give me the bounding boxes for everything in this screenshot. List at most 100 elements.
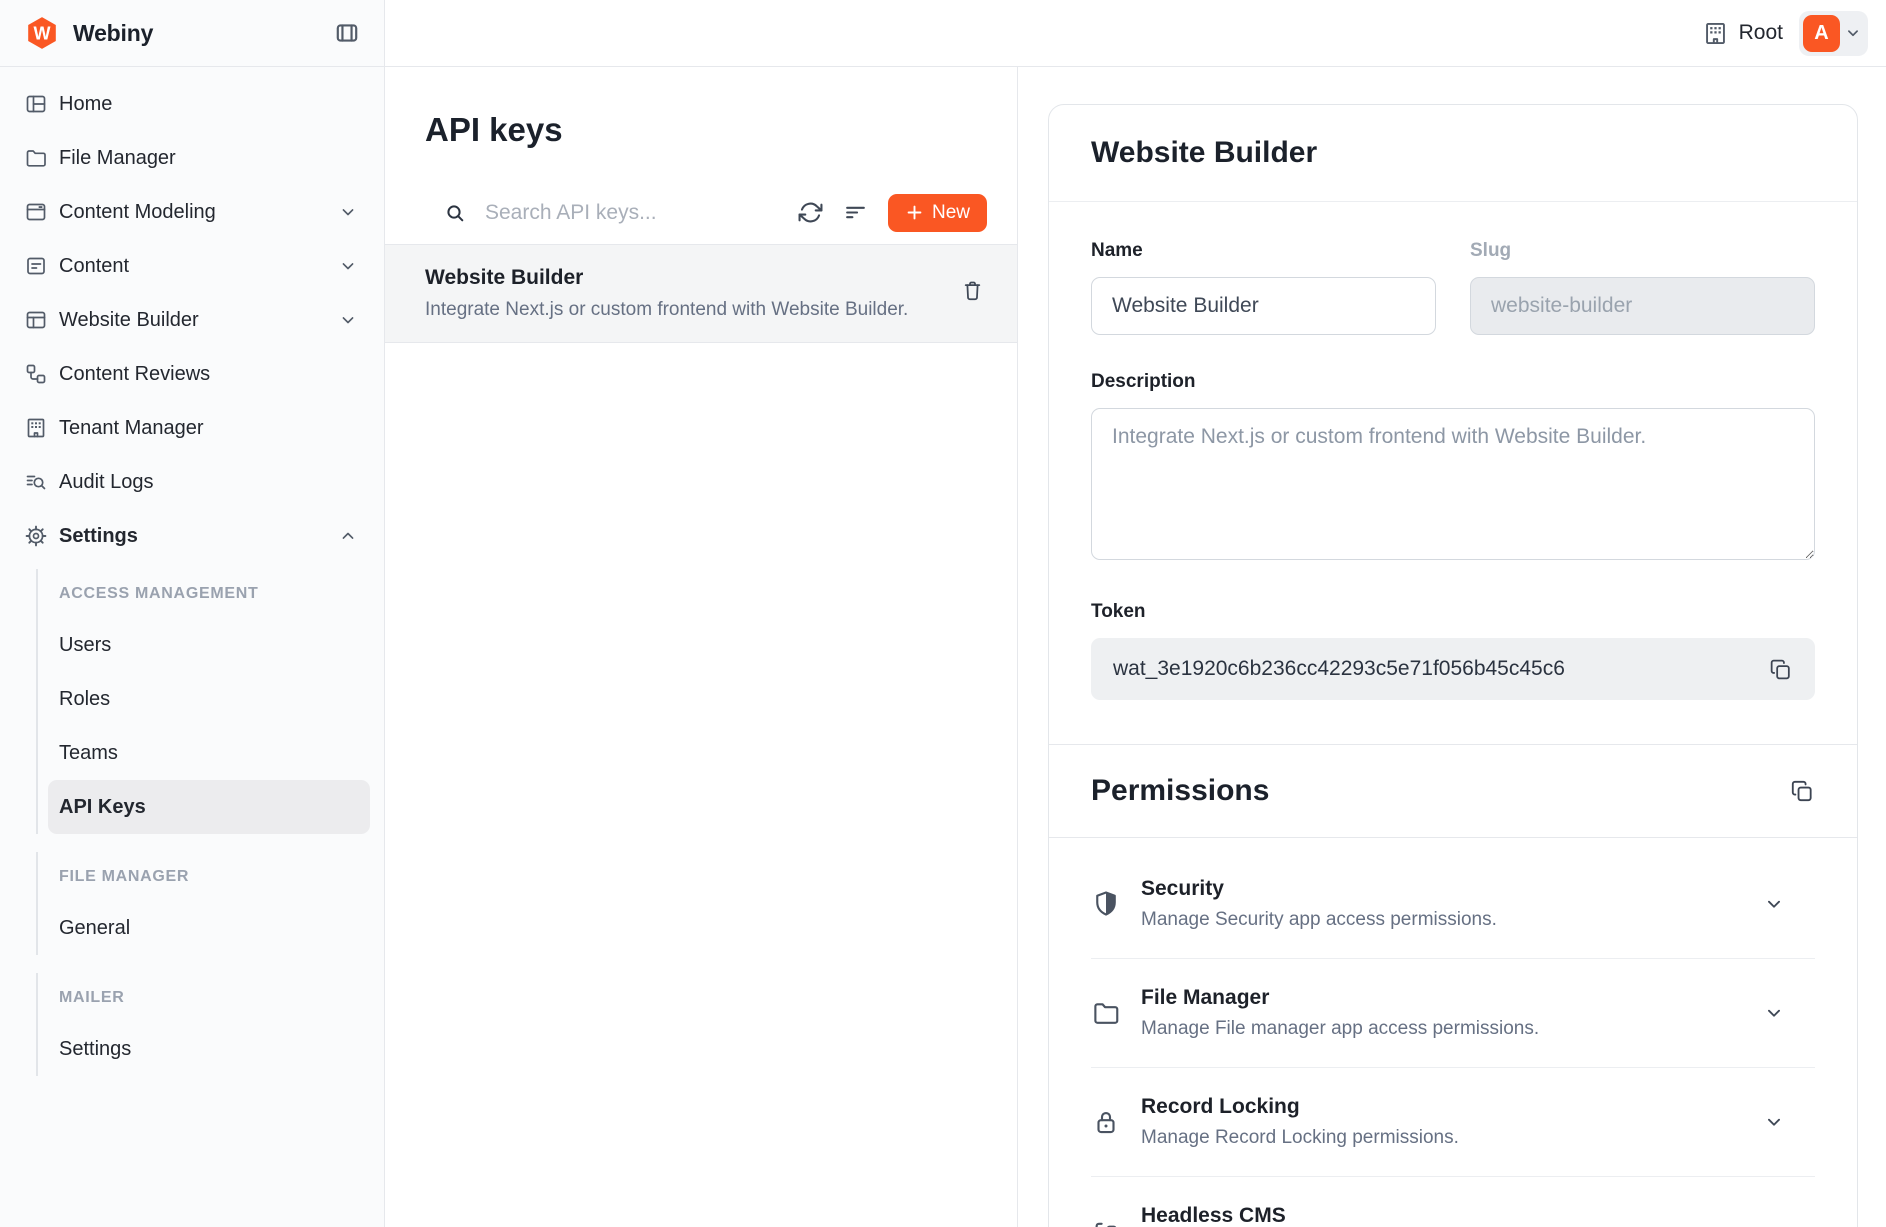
- permission-title: File Manager: [1141, 986, 1763, 1010]
- audit-logs-icon: [24, 470, 50, 494]
- sidebar-item-mailer-settings[interactable]: Settings: [48, 1022, 370, 1076]
- copy-icon: [1789, 778, 1815, 804]
- sidebar-item-home[interactable]: Home: [0, 77, 384, 131]
- permission-row-record-locking[interactable]: Record Locking Manage Record Locking per…: [1091, 1068, 1815, 1177]
- sidebar-item-label: Content: [59, 255, 129, 278]
- sidebar-item-content[interactable]: Content: [0, 239, 384, 293]
- sidebar-item-label: Settings: [59, 525, 138, 548]
- description-textarea[interactable]: [1091, 408, 1815, 560]
- name-field: Name: [1091, 240, 1436, 335]
- copy-permissions-button[interactable]: [1789, 778, 1815, 804]
- permission-texts: Record Locking Manage Record Locking per…: [1141, 1095, 1763, 1149]
- sidebar-item-tenant-manager[interactable]: Tenant Manager: [0, 401, 384, 455]
- copy-icon: [1768, 657, 1793, 682]
- dashboard-icon: [24, 92, 50, 116]
- token-box: wat_3e1920c6b236cc42293c5e71f056b45c45c6: [1091, 638, 1815, 700]
- sidebar-nav: Home File Manager Content Modeling Conte…: [0, 67, 384, 1076]
- sidebar-item-label: File Manager: [59, 147, 176, 170]
- api-keys-list-panel: API keys: [385, 67, 1018, 1227]
- delete-api-key-button[interactable]: [960, 278, 985, 303]
- sidebar-item-label: Home: [59, 93, 112, 116]
- user-menu[interactable]: A: [1799, 11, 1868, 56]
- sort-button[interactable]: [843, 200, 868, 225]
- permission-title: Security: [1141, 877, 1763, 901]
- permission-texts: File Manager Manage File manager app acc…: [1141, 986, 1763, 1040]
- api-key-list-item[interactable]: Website Builder Integrate Next.js or cus…: [385, 245, 1017, 343]
- card-header: Website Builder: [1049, 105, 1857, 202]
- shield-icon: [1091, 889, 1123, 919]
- slug-field: Slug: [1470, 240, 1815, 335]
- sidebar-item-website-builder[interactable]: Website Builder: [0, 293, 384, 347]
- permission-row-security[interactable]: Security Manage Security app access perm…: [1091, 850, 1815, 959]
- building-icon: [24, 416, 50, 440]
- page-title: API keys: [385, 67, 1017, 181]
- devices-icon: [1091, 1216, 1123, 1227]
- group-item-label: Settings: [59, 1038, 131, 1061]
- refresh-icon: [798, 200, 823, 225]
- group-item-label: Users: [59, 634, 111, 657]
- permission-texts: Headless CMS Manage Headless CMS app acc…: [1141, 1204, 1763, 1227]
- sidebar-item-settings[interactable]: Settings: [0, 509, 384, 563]
- chevron-down-icon: [338, 310, 358, 330]
- group-item-label: API Keys: [59, 796, 146, 819]
- sidebar-item-file-manager[interactable]: File Manager: [0, 131, 384, 185]
- sidebar-item-users[interactable]: Users: [48, 618, 370, 672]
- api-key-card: Website Builder Name Slug: [1048, 104, 1858, 1227]
- chevron-down-icon: [1763, 893, 1785, 915]
- sidebar-item-content-modeling[interactable]: Content Modeling: [0, 185, 384, 239]
- content-icon: [24, 254, 50, 278]
- sidebar-collapse-button[interactable]: [334, 20, 360, 46]
- sidebar-item-audit-logs[interactable]: Audit Logs: [0, 455, 384, 509]
- sidebar-item-teams[interactable]: Teams: [48, 726, 370, 780]
- sidebar-group-access-management: ACCESS MANAGEMENT Users Roles Teams API …: [36, 569, 370, 834]
- list-toolbar: New: [385, 181, 1017, 245]
- folder-icon: [24, 146, 50, 170]
- copy-token-button[interactable]: [1768, 657, 1793, 682]
- search-icon: [443, 201, 467, 225]
- chevron-up-icon: [338, 526, 358, 546]
- website-builder-icon: [24, 308, 50, 332]
- brand: W Webiny: [24, 15, 334, 51]
- group-header: ACCESS MANAGEMENT: [38, 569, 370, 618]
- sidebar-item-general[interactable]: General: [48, 901, 370, 955]
- sidebar: W Webiny Home File Manager: [0, 0, 385, 1227]
- chevron-down-icon: [338, 202, 358, 222]
- name-label: Name: [1091, 240, 1436, 262]
- permission-description: Manage Record Locking permissions.: [1141, 1127, 1763, 1149]
- chevron-down-icon: [1763, 1220, 1785, 1227]
- permission-title: Headless CMS: [1141, 1204, 1763, 1227]
- permission-row-file-manager[interactable]: File Manager Manage File manager app acc…: [1091, 959, 1815, 1068]
- sidebar-item-roles[interactable]: Roles: [48, 672, 370, 726]
- chevron-down-icon: [1763, 1002, 1785, 1024]
- token-field: Token wat_3e1920c6b236cc42293c5e71f056b4…: [1091, 601, 1815, 700]
- content-modeling-icon: [24, 200, 50, 224]
- api-key-item-description: Integrate Next.js or custom frontend wit…: [425, 299, 960, 321]
- topbar: Root A: [385, 0, 1886, 67]
- name-input[interactable]: [1091, 277, 1436, 335]
- description-field: Description: [1091, 371, 1815, 565]
- chevron-down-icon: [1763, 1111, 1785, 1133]
- permissions-title: Permissions: [1091, 774, 1269, 808]
- card-title: Website Builder: [1091, 136, 1815, 170]
- sidebar-item-api-keys[interactable]: API Keys: [48, 780, 370, 834]
- permission-row-headless-cms[interactable]: Headless CMS Manage Headless CMS app acc…: [1091, 1177, 1815, 1227]
- sidebar-item-label: Audit Logs: [59, 471, 154, 494]
- sidebar-item-content-reviews[interactable]: Content Reviews: [0, 347, 384, 401]
- search-box: [443, 200, 778, 226]
- sidebar-item-label: Website Builder: [59, 309, 199, 332]
- token-value: wat_3e1920c6b236cc42293c5e71f056b45c45c6: [1113, 657, 1565, 681]
- building-icon: [1702, 20, 1729, 47]
- slug-label: Slug: [1470, 240, 1815, 262]
- sidebar-group-mailer: MAILER Settings: [36, 973, 370, 1076]
- lock-icon: [1091, 1107, 1123, 1137]
- group-item-label: General: [59, 917, 130, 940]
- group-item-label: Roles: [59, 688, 110, 711]
- new-api-key-button[interactable]: New: [888, 194, 987, 232]
- tenant-selector[interactable]: Root: [1702, 20, 1783, 47]
- card-body: Name Slug Description Token: [1049, 202, 1857, 744]
- search-input[interactable]: [483, 200, 778, 226]
- avatar: A: [1803, 15, 1840, 52]
- refresh-button[interactable]: [798, 200, 823, 225]
- sort-icon: [843, 200, 868, 225]
- chevron-down-icon: [1844, 24, 1862, 42]
